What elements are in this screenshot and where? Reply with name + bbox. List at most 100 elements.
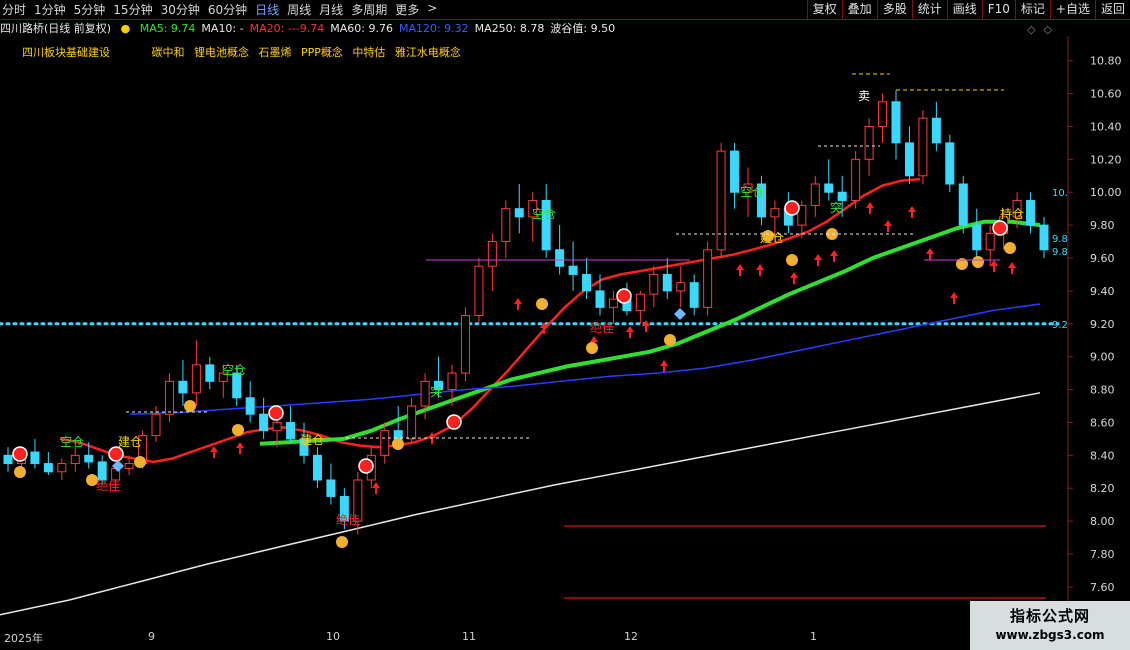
plus-circle-icon bbox=[108, 446, 124, 462]
candle-body bbox=[891, 101, 901, 144]
candle-body bbox=[487, 241, 497, 267]
candle-body bbox=[649, 273, 659, 295]
date-label: 11 bbox=[462, 630, 476, 643]
function-button[interactable]: 标记 bbox=[1014, 0, 1050, 19]
candle-body bbox=[716, 150, 726, 251]
right-mark-label: 10. bbox=[1052, 188, 1068, 199]
money-bag-icon bbox=[86, 474, 98, 486]
period-tab[interactable]: 月线 bbox=[319, 1, 343, 18]
diamond-icon[interactable]: ◇ bbox=[1044, 23, 1052, 36]
period-tab[interactable]: 60分钟 bbox=[208, 1, 247, 18]
price-tick-label: 8.80 bbox=[1090, 384, 1115, 397]
signal-label: 建仓 bbox=[118, 435, 142, 449]
indicator-value: 波谷值: 9.50 bbox=[550, 22, 616, 35]
signal-label: 空仓 bbox=[532, 207, 556, 221]
candle-body bbox=[178, 380, 188, 394]
candle-body bbox=[312, 454, 322, 481]
signal-label: 持仓 bbox=[1000, 206, 1024, 221]
date-axis: 2025年 9 10 11 12 1 bbox=[0, 628, 1070, 650]
money-bag-icon bbox=[536, 298, 548, 310]
ma-line-ma120 bbox=[129, 303, 1041, 415]
function-button[interactable]: 复权 bbox=[806, 0, 842, 19]
candle-body bbox=[245, 397, 255, 415]
period-tab[interactable]: 5分钟 bbox=[74, 1, 106, 18]
stock-title: 四川路桥(日线 前复权) bbox=[0, 22, 112, 35]
buy-arrow-icon bbox=[236, 442, 244, 454]
candle-body bbox=[1026, 199, 1036, 226]
period-tabs: 分时 1分钟 5分钟 15分钟 30分钟 60分钟 日线 周线 月线 多周期 更多 > bbox=[2, 1, 437, 18]
candle-body bbox=[568, 265, 578, 275]
function-button[interactable]: 返回 bbox=[1094, 0, 1130, 19]
candle-body bbox=[286, 421, 296, 440]
candle-body bbox=[501, 208, 511, 243]
period-tab[interactable]: 1分钟 bbox=[34, 1, 66, 18]
watermark-url: www.zbgs3.com bbox=[995, 628, 1105, 642]
period-tab[interactable]: 周线 bbox=[287, 1, 311, 18]
function-button[interactable]: 画线 bbox=[946, 0, 982, 19]
chevron-right-icon[interactable]: > bbox=[427, 1, 437, 18]
signal-label: 绝佳 bbox=[590, 320, 614, 335]
money-bag-icon bbox=[786, 254, 798, 266]
money-bag-icon bbox=[586, 342, 598, 354]
candle-body bbox=[84, 454, 94, 463]
candle-body bbox=[703, 249, 713, 308]
candle-body bbox=[259, 413, 269, 432]
buy-arrow-icon bbox=[210, 446, 218, 458]
buy-arrow-icon bbox=[660, 360, 668, 372]
candle-body bbox=[878, 101, 888, 127]
period-tab[interactable]: 多周期 bbox=[351, 1, 387, 18]
candle-body bbox=[864, 125, 874, 160]
period-tab[interactable]: 30分钟 bbox=[161, 1, 200, 18]
price-tick-label: 10.40 bbox=[1090, 120, 1122, 133]
candle-body bbox=[837, 191, 847, 201]
candle-body bbox=[945, 142, 955, 185]
buy-arrow-icon bbox=[866, 202, 874, 214]
kline-chart[interactable]: 10.80 10.60 10.40 10.20 10.00 9.80 9.60 9.40 9.2… bbox=[0, 36, 1130, 628]
candle-body bbox=[380, 430, 390, 456]
candle-body bbox=[972, 224, 982, 251]
date-label: 1 bbox=[810, 630, 817, 643]
candle-body bbox=[810, 183, 820, 206]
candle-body bbox=[582, 273, 592, 292]
money-bag-icon bbox=[1004, 242, 1016, 254]
price-tick-label: 9.40 bbox=[1090, 285, 1115, 298]
period-tab[interactable]: 15分钟 bbox=[113, 1, 152, 18]
watermark-title: 指标公式网 bbox=[1009, 607, 1090, 625]
candle-body bbox=[272, 421, 282, 432]
period-tab[interactable]: 日线 bbox=[255, 1, 279, 18]
period-tab[interactable]: 更多 bbox=[395, 1, 419, 18]
money-bag-icon bbox=[336, 536, 348, 548]
price-tick-label: 10.00 bbox=[1090, 186, 1122, 199]
date-label: 10 bbox=[326, 630, 340, 643]
indicator-value: MA60: 9.76 bbox=[330, 22, 393, 35]
candle-body bbox=[931, 117, 941, 144]
reference-label: 9.2 bbox=[1052, 320, 1068, 331]
function-button[interactable]: +自选 bbox=[1049, 0, 1095, 19]
diamond-icon[interactable]: ◇ bbox=[1027, 23, 1035, 36]
price-tick-label: 9.80 bbox=[1090, 219, 1115, 232]
buy-arrow-icon bbox=[884, 220, 892, 232]
candle-body bbox=[555, 249, 565, 267]
money-bag-icon bbox=[392, 438, 404, 450]
price-tick-label: 8.40 bbox=[1090, 449, 1115, 462]
right-mark-label: 9.8 bbox=[1052, 247, 1068, 258]
right-mark-label: 9.8 bbox=[1052, 234, 1068, 245]
candle-body bbox=[460, 315, 470, 374]
plus-circle-icon bbox=[992, 220, 1008, 236]
candle-body bbox=[447, 372, 457, 391]
candle-body bbox=[205, 364, 215, 382]
indicator-value: MA250: 8.78 bbox=[474, 22, 545, 35]
price-tick-label: 9.60 bbox=[1090, 252, 1115, 265]
function-button[interactable]: F10 bbox=[981, 0, 1015, 19]
indicator-value: MA120: 9.32 bbox=[398, 22, 469, 35]
candle-body bbox=[595, 290, 605, 308]
candle-body bbox=[662, 273, 672, 292]
money-bag-icon bbox=[762, 230, 774, 242]
function-button[interactable]: 多股 bbox=[876, 0, 912, 19]
price-tick-label: 10.80 bbox=[1090, 55, 1122, 68]
function-button[interactable]: 统计 bbox=[911, 0, 947, 19]
buy-arrow-icon bbox=[926, 248, 934, 260]
candle-body bbox=[3, 454, 13, 465]
function-button[interactable]: 叠加 bbox=[841, 0, 877, 19]
period-tab[interactable]: 分时 bbox=[2, 1, 26, 18]
